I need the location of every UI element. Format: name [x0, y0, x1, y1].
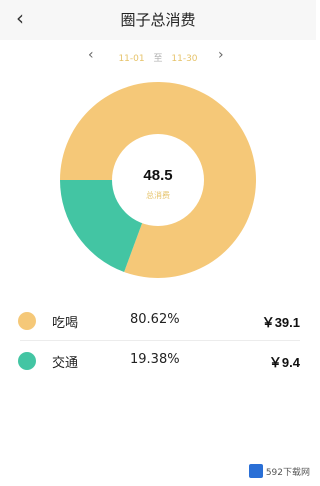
navigation-bar: ‹ 圈子总消费 — [0, 0, 316, 40]
category-row-transport[interactable]: 交通 19.38% ￥9.4 — [0, 340, 316, 380]
category-name: 交通 — [52, 356, 79, 371]
page-title: 圈子总消费 — [120, 11, 196, 29]
date-range-selector: ‹ 11-01 至 11-30 › — [0, 47, 316, 65]
range-start: 11-01 — [118, 54, 145, 64]
category-name: 吃喝 — [52, 316, 79, 331]
watermark: 592下载网 — [248, 464, 310, 478]
transport-color-dot — [18, 352, 36, 370]
total-amount: 48.5 — [143, 167, 173, 184]
category-percent: 80.62% — [130, 312, 180, 327]
category-amount: ￥9.4 — [268, 355, 300, 370]
food-color-dot — [18, 312, 36, 330]
range-separator: 至 — [153, 54, 163, 64]
next-period-icon[interactable]: › — [218, 47, 224, 63]
category-amount: ￥39.1 — [261, 315, 300, 330]
range-end: 11-30 — [171, 54, 198, 64]
watermark-logo-icon — [248, 464, 263, 478]
category-percent: 19.38% — [130, 352, 180, 367]
total-label: 总消费 — [146, 191, 170, 200]
category-row-food[interactable]: 吃喝 80.62% ￥39.1 — [0, 300, 316, 340]
watermark-text: 592下载网 — [265, 467, 310, 478]
date-range-text: 11-01 至 11-30 — [0, 51, 316, 64]
